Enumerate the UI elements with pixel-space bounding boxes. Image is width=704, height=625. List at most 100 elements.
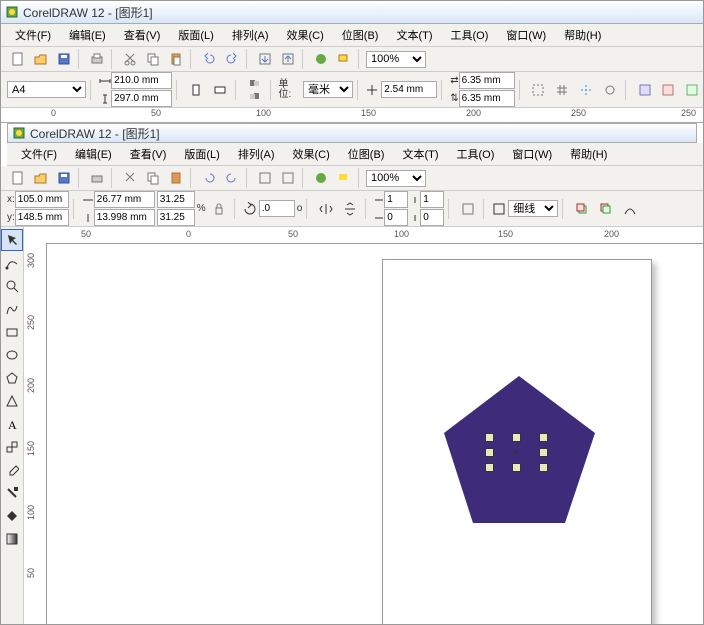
inner-menu-arrange[interactable]: 排列(A)	[230, 144, 283, 164]
wrap-text-button[interactable]	[457, 198, 479, 220]
sel-handle-bm[interactable]	[512, 463, 521, 472]
basic-shapes-tool[interactable]	[1, 390, 23, 412]
inner-zoom-combo[interactable]: 100%	[366, 170, 426, 187]
menu-tools[interactable]: 工具(O)	[443, 25, 497, 45]
inner-menu-window[interactable]: 窗口(W)	[504, 144, 560, 164]
inner-menu-text[interactable]: 文本(T)	[394, 144, 446, 164]
menu-edit[interactable]: 编辑(E)	[61, 25, 114, 45]
corel-online-button[interactable]	[333, 48, 355, 70]
portrait-button[interactable]	[185, 79, 207, 101]
sel-handle-tl[interactable]	[485, 433, 494, 442]
freehand-tool[interactable]	[1, 298, 23, 320]
menu-text[interactable]: 文本(T)	[388, 25, 440, 45]
inner-paste-button[interactable]	[165, 167, 187, 189]
inner-new-button[interactable]	[7, 167, 29, 189]
inner-import-button[interactable]	[254, 167, 276, 189]
inner-menu-effects[interactable]: 效果(C)	[285, 144, 338, 164]
print-button[interactable]	[86, 48, 108, 70]
polygon-tool[interactable]	[1, 367, 23, 389]
inner-menu-help[interactable]: 帮助(H)	[562, 144, 615, 164]
outline-combo[interactable]: 细线	[508, 200, 558, 217]
menu-file[interactable]: 文件(F)	[7, 25, 59, 45]
y-input[interactable]	[15, 209, 69, 226]
menu-view[interactable]: 查看(V)	[116, 25, 169, 45]
snap-button[interactable]	[528, 79, 550, 101]
undo-button[interactable]	[198, 48, 220, 70]
open-button[interactable]	[30, 48, 52, 70]
inner-canvas[interactable]: 50 0 50 100 150 200 250 300 250 200 150 …	[24, 227, 703, 624]
options-button-2[interactable]	[657, 79, 679, 101]
paper-height-input[interactable]	[111, 90, 172, 107]
inner-menu-layout[interactable]: 版面(L)	[176, 144, 227, 164]
eyedropper-tool[interactable]	[1, 459, 23, 481]
text-tool[interactable]: A	[1, 413, 23, 435]
inner-app-launcher[interactable]	[310, 167, 332, 189]
sel-handle-tm[interactable]	[512, 433, 521, 442]
menu-arrange[interactable]: 排列(A)	[224, 25, 277, 45]
convert-curves-button[interactable]	[619, 198, 641, 220]
redo-button[interactable]	[221, 48, 243, 70]
menu-layout[interactable]: 版面(L)	[170, 25, 221, 45]
inner-cut-button[interactable]	[119, 167, 141, 189]
menu-effects[interactable]: 效果(C)	[279, 25, 332, 45]
import-button[interactable]	[254, 48, 276, 70]
inner-undo-button[interactable]	[198, 167, 220, 189]
scale-y-input[interactable]	[157, 209, 195, 226]
sel-handle-tr[interactable]	[539, 433, 548, 442]
paper-size-combo[interactable]: A4	[7, 81, 86, 98]
units-combo[interactable]: 毫米	[303, 81, 352, 98]
inner-open-button[interactable]	[30, 167, 52, 189]
dup-y-input[interactable]	[459, 90, 515, 107]
rotation-input[interactable]	[259, 200, 295, 217]
rectangle-tool[interactable]	[1, 321, 23, 343]
landscape-button[interactable]	[209, 79, 231, 101]
cut-button[interactable]	[119, 48, 141, 70]
new-button[interactable]	[7, 48, 29, 70]
paste-button[interactable]	[165, 48, 187, 70]
zoom-combo[interactable]: 100%	[366, 51, 426, 68]
interactive-blend-tool[interactable]	[1, 436, 23, 458]
inner-menu-edit[interactable]: 编辑(E)	[67, 144, 120, 164]
sel-handle-bl[interactable]	[485, 463, 494, 472]
mid3-input[interactable]	[420, 191, 444, 208]
mid2-input[interactable]	[384, 209, 408, 226]
menu-help[interactable]: 帮助(H)	[556, 25, 609, 45]
snap-grid-button[interactable]	[551, 79, 573, 101]
inner-menu-file[interactable]: 文件(F)	[13, 144, 65, 164]
inner-save-button[interactable]	[53, 167, 75, 189]
snap-guide-button[interactable]	[575, 79, 597, 101]
app-launcher-button[interactable]	[310, 48, 332, 70]
options-button-1[interactable]	[634, 79, 656, 101]
inner-print-button[interactable]	[86, 167, 108, 189]
x-input[interactable]	[15, 191, 69, 208]
mid1-input[interactable]	[384, 191, 408, 208]
fill-tool[interactable]	[1, 505, 23, 527]
interactive-fill-tool[interactable]	[1, 528, 23, 550]
inner-export-button[interactable]	[277, 167, 299, 189]
obj-width-input[interactable]	[94, 191, 155, 208]
shape-tool[interactable]	[1, 252, 23, 274]
paper-width-input[interactable]	[111, 72, 172, 89]
menu-window[interactable]: 窗口(W)	[498, 25, 554, 45]
options-button-3[interactable]	[681, 79, 703, 101]
to-back-button[interactable]	[595, 198, 617, 220]
inner-copy-button[interactable]	[142, 167, 164, 189]
inner-menu-view[interactable]: 查看(V)	[122, 144, 175, 164]
mid4-input[interactable]	[420, 209, 444, 226]
zoom-tool[interactable]	[1, 275, 23, 297]
sel-handle-mr[interactable]	[539, 448, 548, 457]
sel-handle-br[interactable]	[539, 463, 548, 472]
nudge-input[interactable]	[381, 81, 437, 98]
outline-tool[interactable]	[1, 482, 23, 504]
inner-menu-tools[interactable]: 工具(O)	[449, 144, 503, 164]
snap-obj-button[interactable]	[599, 79, 621, 101]
obj-height-input[interactable]	[94, 209, 155, 226]
scale-x-input[interactable]	[157, 191, 195, 208]
save-button[interactable]	[53, 48, 75, 70]
inner-online[interactable]	[333, 167, 355, 189]
mirror-v-button[interactable]	[339, 198, 361, 220]
ellipse-tool[interactable]	[1, 344, 23, 366]
lock-ratio-button[interactable]	[208, 198, 230, 220]
inner-redo-button[interactable]	[221, 167, 243, 189]
page-foreground-button[interactable]	[244, 77, 266, 89]
